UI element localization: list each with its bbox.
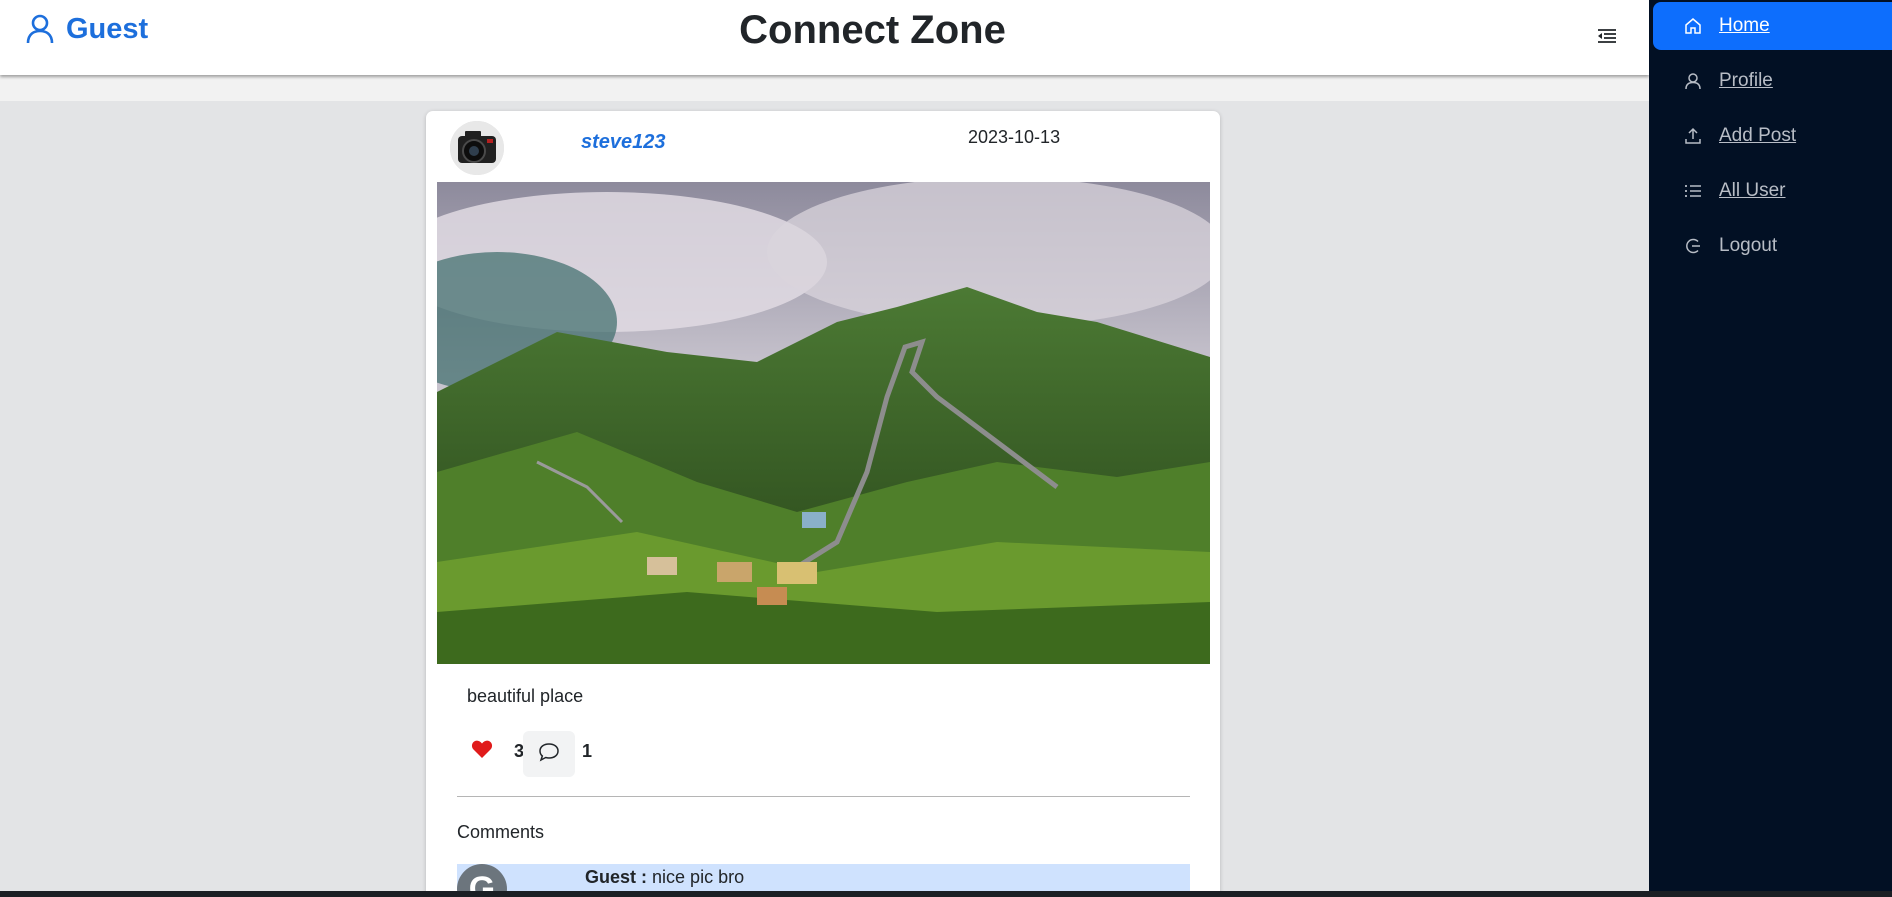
post-date: 2023-10-13: [968, 127, 1061, 147]
sidebar-item-home[interactable]: Home: [1653, 2, 1892, 50]
sidebar-item-all-user[interactable]: All User: [1653, 167, 1892, 215]
sidebar-toggle-icon: [1597, 28, 1617, 49]
sidebar-item-add-post[interactable]: Add Post: [1653, 112, 1892, 160]
post-caption: beautiful place: [467, 686, 584, 706]
sidebar-item-logout[interactable]: Logout: [1653, 222, 1892, 270]
divider: [457, 796, 1190, 797]
home-icon: [1683, 16, 1703, 36]
app-title: Connect Zone: [739, 8, 1006, 52]
comment-text: Guest : nice pic bro: [585, 867, 744, 888]
taskbar-edge: [0, 891, 1892, 897]
comment-count: 1: [582, 741, 593, 761]
comment-icon: [538, 742, 560, 767]
post-author-username[interactable]: steve123: [581, 131, 666, 154]
sidebar-item-label: Profile: [1719, 70, 1773, 91]
list-icon: [1683, 181, 1703, 201]
sidebar-item-profile[interactable]: Profile: [1653, 57, 1892, 105]
comment-button[interactable]: [523, 731, 575, 777]
post-author-avatar[interactable]: [450, 121, 504, 175]
header-strip: [0, 75, 1649, 101]
sidebar-toggle-button[interactable]: [1594, 26, 1620, 50]
sidebar-item-label: Add Post: [1719, 125, 1797, 146]
sidebar-item-label: All User: [1719, 180, 1786, 201]
comments-heading: Comments: [457, 822, 545, 842]
upload-icon: [1683, 126, 1703, 146]
post-card: steve123 2023-10-13 beautiful place 3 1 …: [426, 111, 1220, 897]
post-image: [437, 182, 1210, 664]
sidebar-item-label: Logout: [1719, 235, 1778, 256]
user-icon: [1683, 71, 1703, 91]
like-button[interactable]: [466, 735, 498, 767]
logout-icon: [1683, 236, 1703, 256]
comment-body: nice pic bro: [652, 867, 745, 887]
heart-icon: [471, 739, 493, 764]
comment-author: Guest :: [585, 867, 648, 887]
top-navbar: Guest Connect Zone: [0, 0, 1649, 75]
sidebar-item-label: Home: [1719, 15, 1770, 36]
sidebar-nav: Home Profile Add Post All User Logout: [1649, 0, 1892, 891]
